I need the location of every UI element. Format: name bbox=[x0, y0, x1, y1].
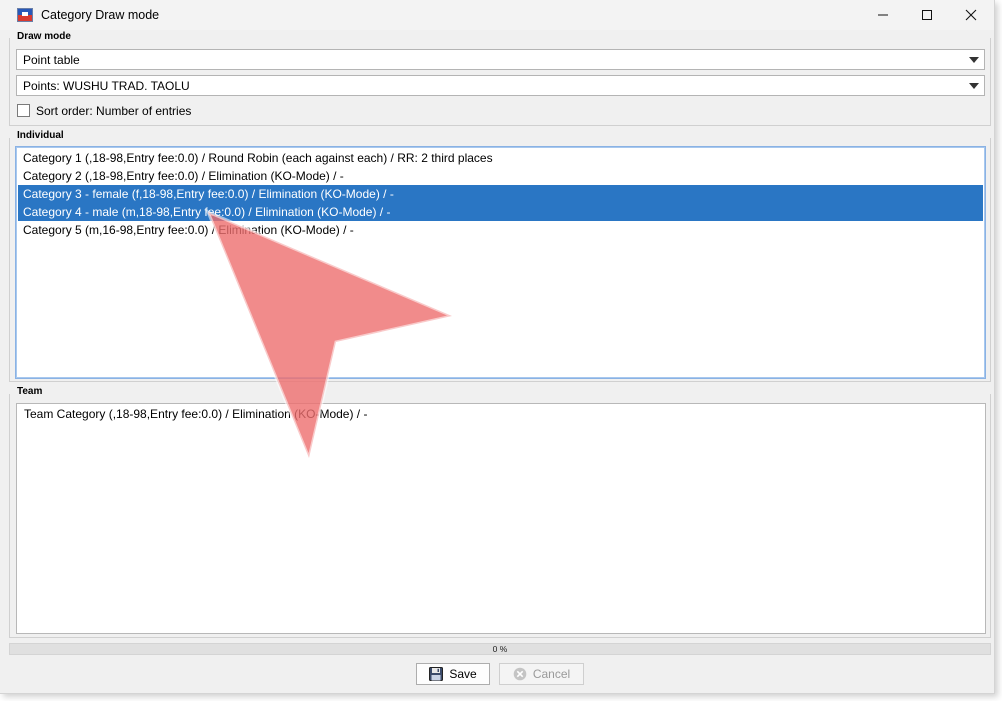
points-table-select-value: Points: WUSHU TRAD. TAOLU bbox=[23, 79, 190, 93]
draw-mode-group-label: Draw mode bbox=[17, 31, 71, 42]
progress-text: 0 % bbox=[492, 644, 508, 654]
title-bar: Category Draw mode bbox=[0, 0, 994, 30]
individual-category-list[interactable]: Category 1 (,18-98,Entry fee:0.0) / Roun… bbox=[15, 146, 986, 379]
app-flag-icon bbox=[17, 8, 33, 22]
sort-order-checkbox[interactable] bbox=[17, 104, 30, 117]
window-title: Category Draw mode bbox=[41, 8, 160, 22]
chevron-down-icon[interactable] bbox=[969, 57, 979, 63]
save-button[interactable]: Save bbox=[416, 663, 490, 685]
list-item[interactable]: Category 5 (m,16-98,Entry fee:0.0) / Eli… bbox=[18, 221, 983, 239]
cancel-circle-icon bbox=[513, 667, 527, 681]
minimize-icon bbox=[878, 14, 888, 16]
progress-bar: 0 % bbox=[9, 643, 991, 655]
minimize-button[interactable] bbox=[860, 0, 906, 30]
floppy-disk-icon bbox=[429, 667, 444, 681]
individual-group-label: Individual bbox=[17, 130, 64, 141]
list-item[interactable]: Category 3 - female (f,18-98,Entry fee:0… bbox=[18, 185, 983, 203]
chevron-down-icon[interactable] bbox=[969, 83, 979, 89]
points-table-select[interactable]: Points: WUSHU TRAD. TAOLU bbox=[16, 75, 985, 96]
sort-order-label[interactable]: Sort order: Number of entries bbox=[36, 104, 191, 118]
close-button[interactable] bbox=[948, 0, 994, 30]
cancel-button[interactable]: Cancel bbox=[499, 663, 584, 685]
maximize-icon bbox=[922, 10, 932, 20]
maximize-button[interactable] bbox=[904, 0, 950, 30]
team-category-list[interactable]: Team Category (,18-98,Entry fee:0.0) / E… bbox=[16, 403, 986, 634]
close-icon bbox=[965, 9, 977, 21]
list-item[interactable]: Team Category (,18-98,Entry fee:0.0) / E… bbox=[19, 405, 983, 423]
draw-mode-select[interactable]: Point table bbox=[16, 49, 985, 70]
list-item[interactable]: Category 4 - male (m,18-98,Entry fee:0.0… bbox=[18, 203, 983, 221]
list-item[interactable]: Category 1 (,18-98,Entry fee:0.0) / Roun… bbox=[18, 149, 983, 167]
draw-mode-select-value: Point table bbox=[23, 53, 80, 67]
draw-mode-window: Category Draw mode Draw mode Point table… bbox=[0, 0, 995, 694]
team-group-label: Team bbox=[17, 386, 43, 397]
list-item[interactable]: Category 2 (,18-98,Entry fee:0.0) / Elim… bbox=[18, 167, 983, 185]
cancel-button-label: Cancel bbox=[532, 667, 571, 681]
save-button-label: Save bbox=[449, 667, 477, 681]
